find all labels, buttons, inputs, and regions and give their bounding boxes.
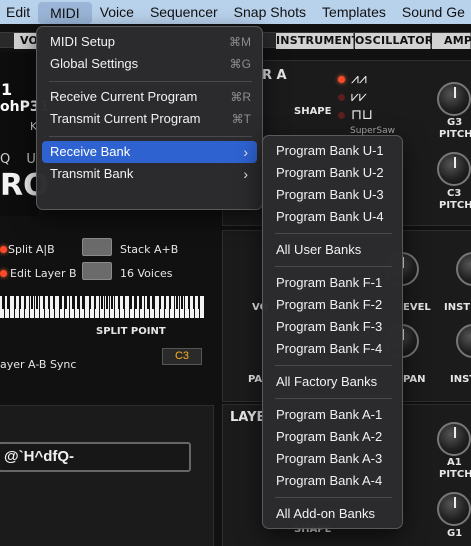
level-label: EVEL <box>403 302 431 313</box>
screen: Edit MIDI Voice Sequencer Snap Shots Tem… <box>0 0 471 546</box>
submenu-item-program-bank-a2[interactable]: Program Bank A-2 <box>268 426 399 448</box>
menu-separator <box>275 233 392 234</box>
menu-item-label: Transmit Bank <box>50 166 134 181</box>
submenu-item-program-bank-f4[interactable]: Program Bank F-4 <box>268 338 399 360</box>
split-point-label: SPLIT POINT <box>96 326 166 337</box>
submenu-item-all-add-on-banks[interactable]: All Add-on Banks <box>268 503 399 525</box>
submenu-item-program-bank-u1[interactable]: Program Bank U-1 <box>268 140 399 162</box>
shape-led-saw <box>338 76 345 83</box>
shape-led-2 <box>338 94 345 101</box>
submenu-item-program-bank-f3[interactable]: Program Bank F-3 <box>268 316 399 338</box>
lower-left-panel <box>0 405 214 546</box>
voices-button[interactable] <box>82 262 112 280</box>
g3-pitch-label: PITCH <box>439 129 471 140</box>
menu-item-label: Transmit Current Program <box>50 111 201 126</box>
tab-oscillator[interactable]: OSCILLATOR <box>355 33 433 49</box>
menu-item-global-settings[interactable]: Global Settings ⌘G <box>42 53 257 75</box>
pan-prefix-label: PA <box>248 374 263 385</box>
submenu-item-program-bank-u3[interactable]: Program Bank U-3 <box>268 184 399 206</box>
a1-label: A1 <box>447 457 462 468</box>
menu-separator <box>275 365 392 366</box>
g3-label: G3 <box>447 117 463 128</box>
square-wave-icon: ⊓⊔ <box>351 107 373 123</box>
receive-bank-submenu: Program Bank U-1 Program Bank U-2 Progra… <box>262 135 403 529</box>
menu-sequencer[interactable]: Sequencer <box>142 0 226 24</box>
split-led <box>0 246 7 253</box>
submenu-item-all-factory-banks[interactable]: All Factory Banks <box>268 371 399 393</box>
submenu-item-program-bank-u2[interactable]: Program Bank U-2 <box>268 162 399 184</box>
menu-templates[interactable]: Templates <box>314 0 394 24</box>
submenu-item-program-bank-u4[interactable]: Program Bank U-4 <box>268 206 399 228</box>
menu-bar: Edit MIDI Voice Sequencer Snap Shots Tem… <box>0 0 471 24</box>
menu-separator <box>275 266 392 267</box>
menu-separator <box>49 136 252 137</box>
saw-wave-icon-2: ⩗⩗ <box>351 89 367 105</box>
tab-amp[interactable]: AMP <box>432 33 471 49</box>
shortcut-label: ⌘T <box>231 112 251 126</box>
c3-pitch-label: PITCH <box>439 200 471 211</box>
voices-label: 16 Voices <box>120 267 173 280</box>
layer-title: LAYE <box>230 410 266 425</box>
menu-item-label: Global Settings <box>50 56 139 71</box>
c3-pitch-knob[interactable] <box>437 152 471 186</box>
inst-label: INST <box>444 302 471 313</box>
saw-wave-icon: ⩘⩘ <box>351 71 367 87</box>
menu-item-midi-setup[interactable]: MIDI Setup ⌘M <box>42 31 257 53</box>
patch-number: 1 <box>1 80 13 99</box>
menu-separator <box>275 398 392 399</box>
chevron-right-icon: › <box>243 166 248 182</box>
a1-pitch-knob[interactable] <box>437 422 471 456</box>
a1-pitch-label: PITCH <box>439 469 471 480</box>
shortcut-label: ⌘R <box>230 90 251 104</box>
layer-sync-label[interactable]: ayer A-B Sync <box>0 358 76 371</box>
menu-voice[interactable]: Voice <box>92 0 142 24</box>
g1-label: G1 <box>447 528 463 539</box>
menu-item-transmit-current-program[interactable]: Transmit Current Program ⌘T <box>42 108 257 130</box>
patch-name-field[interactable]: @`H^dfQ- <box>0 442 191 472</box>
split-keyboard[interactable] <box>0 296 205 318</box>
submenu-item-program-bank-a4[interactable]: Program Bank A-4 <box>268 470 399 492</box>
menu-separator <box>49 81 252 82</box>
c3-label: C3 <box>447 188 462 199</box>
menu-item-label: Receive Bank <box>50 144 131 159</box>
menu-item-receive-current-program[interactable]: Receive Current Program ⌘R <box>42 86 257 108</box>
chevron-right-icon: › <box>243 144 248 160</box>
menu-sound-ge[interactable]: Sound Ge <box>394 0 471 24</box>
edit-layer-led <box>0 270 7 277</box>
shape-led-3 <box>338 112 345 119</box>
menu-midi[interactable]: MIDI <box>38 1 92 24</box>
pan-label: PAN <box>403 374 426 385</box>
menu-item-receive-bank[interactable]: Receive Bank › <box>42 141 257 163</box>
submenu-item-program-bank-f1[interactable]: Program Bank F-1 <box>268 272 399 294</box>
section-a-title: R A <box>262 68 287 83</box>
stack-label: Stack A+B <box>120 243 179 256</box>
split-point-value[interactable]: C3 <box>162 348 202 365</box>
g3-pitch-knob[interactable] <box>437 82 471 116</box>
tab-instrument[interactable]: INSTRUMENT <box>276 33 359 49</box>
shortcut-label: ⌘M <box>229 35 251 49</box>
menu-separator <box>275 497 392 498</box>
inst2-label: INST <box>450 374 471 385</box>
midi-menu: MIDI Setup ⌘M Global Settings ⌘G Receive… <box>36 26 263 210</box>
submenu-item-program-bank-a3[interactable]: Program Bank A-3 <box>268 448 399 470</box>
menu-item-label: MIDI Setup <box>50 34 116 49</box>
submenu-item-program-bank-f2[interactable]: Program Bank F-2 <box>268 294 399 316</box>
g1-pitch-knob[interactable] <box>437 492 471 526</box>
shape-label: SHAPE <box>294 106 332 117</box>
menu-snap-shots[interactable]: Snap Shots <box>226 0 314 24</box>
shortcut-label: ⌘G <box>229 57 251 71</box>
menu-item-transmit-bank[interactable]: Transmit Bank › <box>42 163 257 185</box>
edit-layer-label[interactable]: Edit Layer B <box>10 267 77 280</box>
split-label[interactable]: Split A|B <box>8 243 55 256</box>
submenu-item-program-bank-a1[interactable]: Program Bank A-1 <box>268 404 399 426</box>
menu-item-label: Receive Current Program <box>50 89 198 104</box>
submenu-item-all-user-banks[interactable]: All User Banks <box>268 239 399 261</box>
menu-edit[interactable]: Edit <box>0 0 38 24</box>
stack-button[interactable] <box>82 238 112 256</box>
